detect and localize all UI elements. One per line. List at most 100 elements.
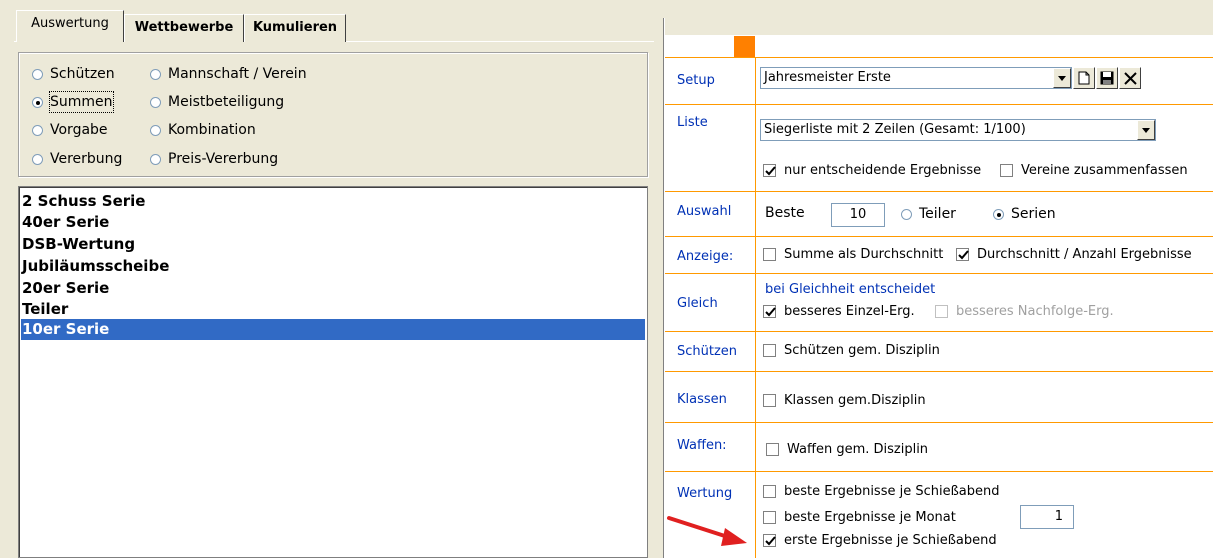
checkbox-besseres-nachfolge: besseres Nachfolge-Erg. <box>935 304 1114 319</box>
checkbox-label: besseres Einzel-Erg. <box>784 304 915 319</box>
radio-schuetzen[interactable]: Schützen <box>32 64 115 84</box>
list-item[interactable]: Jubiläumsscheibe <box>21 256 645 277</box>
checkbox-box <box>763 511 776 524</box>
series-listbox[interactable]: 2 Schuss Serie 40er Serie DSB-Wertung Ju… <box>18 186 648 558</box>
tab-auswertung[interactable]: Auswertung <box>16 10 124 42</box>
checkmark-icon <box>765 166 776 176</box>
row-separator <box>665 236 1213 237</box>
settings-panel <box>665 35 1213 558</box>
row-separator <box>665 422 1213 423</box>
beste-label: Beste <box>765 205 805 221</box>
checkbox-box <box>763 305 776 318</box>
list-item[interactable]: 40er Serie <box>21 212 645 233</box>
monat-input[interactable]: 1 <box>1020 505 1074 529</box>
liste-select[interactable]: Siegerliste mit 2 Zeilen (Gesamt: 1/100) <box>760 119 1156 141</box>
checkbox-vereine-zusammenfassen[interactable]: Vereine zusammenfassen <box>1000 163 1188 178</box>
checkbox-label: erste Ergebnisse je Schießabend <box>784 533 997 548</box>
checkmark-icon <box>765 536 776 546</box>
tab-wettbewerbe[interactable]: Wettbewerbe <box>124 14 244 42</box>
liste-label: Liste <box>677 115 708 130</box>
checkbox-box <box>763 344 776 357</box>
checkbox-box <box>763 164 776 177</box>
radio-indicator <box>993 208 1004 220</box>
radio-label: Summen <box>49 91 114 113</box>
red-arrow-icon <box>667 516 747 546</box>
list-item[interactable]: 20er Serie <box>21 278 645 299</box>
chevron-down-icon[interactable] <box>1137 120 1155 140</box>
checkbox-box <box>766 443 779 456</box>
list-item[interactable]: DSB-Wertung <box>21 234 645 255</box>
save-button[interactable] <box>1096 67 1118 89</box>
checkbox-box <box>763 534 776 547</box>
row-separator <box>665 331 1213 332</box>
radio-teiler[interactable]: Teiler <box>901 204 956 224</box>
radio-label: Kombination <box>168 122 256 138</box>
checkbox-besseres-einzel[interactable]: besseres Einzel-Erg. <box>763 304 915 319</box>
new-file-button[interactable] <box>1073 67 1095 89</box>
list-item-selected[interactable]: 10er Serie <box>21 319 645 340</box>
radio-indicator <box>32 153 43 165</box>
checkbox-waffen-disziplin[interactable]: Waffen gem. Disziplin <box>766 442 928 457</box>
radio-indicator <box>32 96 43 108</box>
checkbox-box <box>763 394 776 407</box>
radio-label: Meistbeteiligung <box>168 94 285 110</box>
radio-indicator <box>32 68 43 80</box>
beste-input[interactable]: 10 <box>831 203 885 227</box>
checkbox-beste-schiessabend[interactable]: beste Ergebnisse je Schießabend <box>763 484 1000 499</box>
radio-vorgabe[interactable]: Vorgabe <box>32 120 108 140</box>
radio-indicator <box>150 96 161 108</box>
checkbox-durchschnitt-anzahl[interactable]: Durchschnitt / Anzahl Ergebnisse <box>956 247 1192 262</box>
checkbox-schuetzen-disziplin[interactable]: Schützen gem. Disziplin <box>763 343 940 358</box>
checkbox-box <box>763 485 776 498</box>
radio-mannschaft-verein[interactable]: Mannschaft / Verein <box>150 64 307 84</box>
setup-select[interactable]: Jahresmeister Erste <box>760 67 1072 89</box>
save-icon <box>1100 71 1114 85</box>
new-file-icon <box>1078 71 1090 85</box>
checkbox-summe-durchschnitt[interactable]: Summe als Durchschnitt <box>763 247 943 262</box>
checkmark-icon <box>765 307 776 317</box>
radio-indicator <box>150 124 161 136</box>
radio-label: Vererbung <box>50 151 123 167</box>
checkbox-label: Schützen gem. Disziplin <box>784 343 940 358</box>
checkbox-nur-entscheidende[interactable]: nur entscheidende Ergebnisse <box>763 163 981 178</box>
row-separator <box>665 191 1213 192</box>
delete-button[interactable] <box>1119 67 1141 89</box>
checkbox-label: beste Ergebnisse je Monat <box>784 510 956 525</box>
row-separator <box>665 104 1213 105</box>
setup-label: Setup <box>677 73 715 88</box>
orange-marker <box>734 36 755 57</box>
radio-vererbung[interactable]: Vererbung <box>32 149 122 169</box>
checkbox-label: Vereine zusammenfassen <box>1021 163 1188 178</box>
tab-kumulieren[interactable]: Kumulieren <box>244 14 346 42</box>
checkbox-box <box>956 248 969 261</box>
radio-label: Schützen <box>50 66 115 82</box>
wertung-label: Wertung <box>677 486 733 501</box>
radio-indicator <box>32 124 43 136</box>
radio-label: Teiler <box>919 206 956 222</box>
radio-kombination[interactable]: Kombination <box>150 120 256 140</box>
list-item[interactable]: Teiler <box>21 299 645 320</box>
radio-preis-vererbung[interactable]: Preis-Vererbung <box>150 149 278 169</box>
list-item[interactable]: 2 Schuss Serie <box>21 191 645 212</box>
row-separator <box>665 371 1213 372</box>
checkmark-icon <box>958 250 969 260</box>
anzeige-label: Anzeige: <box>677 249 734 264</box>
checkbox-label: Summe als Durchschnitt <box>784 247 944 262</box>
radio-indicator <box>150 68 161 80</box>
checkbox-beste-monat[interactable]: beste Ergebnisse je Monat <box>763 510 956 525</box>
radio-label: Vorgabe <box>50 122 108 138</box>
radio-serien[interactable]: Serien <box>993 204 1056 224</box>
checkbox-label: nur entscheidende Ergebnisse <box>784 163 982 178</box>
schuetzen-label: Schützen <box>677 344 738 359</box>
radio-indicator <box>150 153 161 165</box>
label-column-divider <box>755 57 756 558</box>
checkbox-klassen-disziplin[interactable]: Klassen gem.Disziplin <box>763 393 926 408</box>
gleich-label: Gleich <box>677 296 718 311</box>
radio-summen[interactable]: Summen <box>32 91 114 113</box>
waffen-label: Waffen: <box>677 438 727 453</box>
radio-label: Serien <box>1011 206 1056 222</box>
radio-meistbeteiligung[interactable]: Meistbeteiligung <box>150 92 284 112</box>
checkbox-label: Durchschnitt / Anzahl Ergebnisse <box>977 247 1192 262</box>
checkbox-erste-schiessabend[interactable]: erste Ergebnisse je Schießabend <box>763 533 997 548</box>
chevron-down-icon[interactable] <box>1053 68 1071 88</box>
